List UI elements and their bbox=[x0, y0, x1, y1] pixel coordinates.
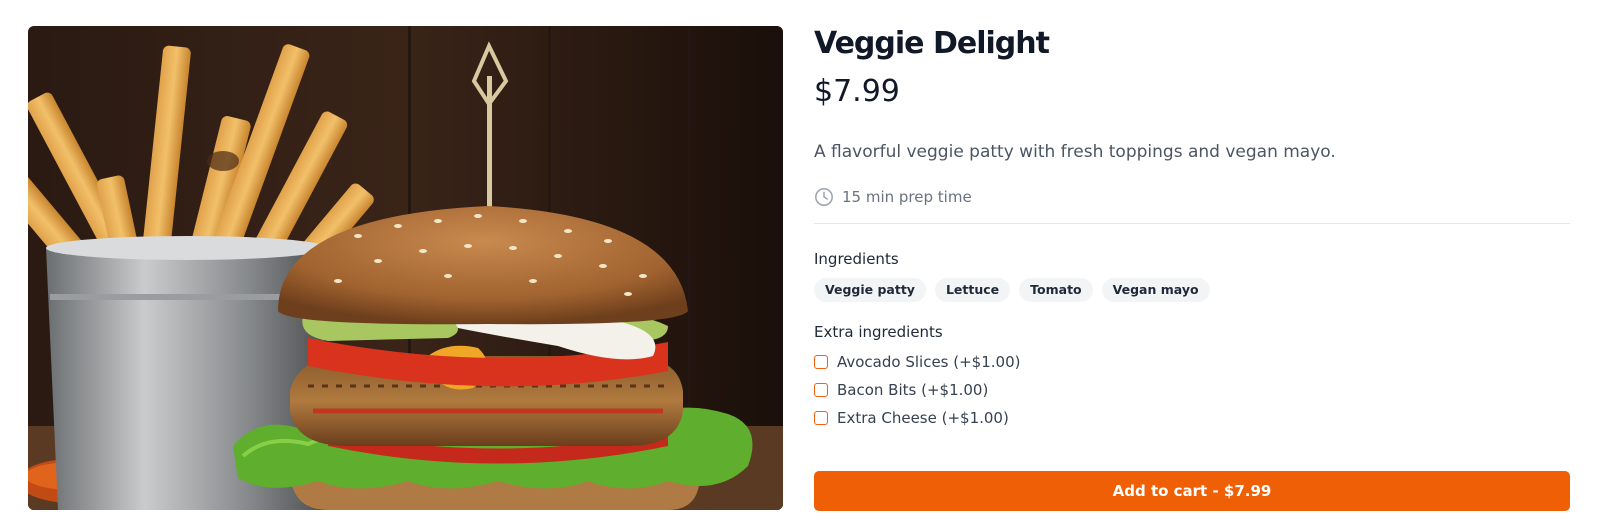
extra-option-avocado[interactable]: Avocado Slices (+$1.00) bbox=[814, 348, 1570, 376]
checkbox-icon[interactable] bbox=[814, 383, 828, 397]
extra-option-label: Avocado Slices (+$1.00) bbox=[837, 353, 1021, 371]
product-detail-page: Veggie Delight $7.99 A flavorful veggie … bbox=[0, 0, 1605, 532]
product-price: $7.99 bbox=[814, 74, 900, 109]
extras-heading: Extra ingredients bbox=[814, 323, 943, 341]
add-to-cart-button[interactable]: Add to cart - $7.99 bbox=[814, 471, 1570, 511]
ingredient-chip: Vegan mayo bbox=[1101, 278, 1210, 302]
product-image bbox=[28, 26, 783, 510]
ingredient-chip: Lettuce bbox=[934, 278, 1011, 302]
product-title: Veggie Delight bbox=[814, 26, 1050, 61]
extra-option-cheese[interactable]: Extra Cheese (+$1.00) bbox=[814, 404, 1570, 432]
prep-time: 15 min prep time bbox=[814, 185, 1570, 209]
prep-time-label: 15 min prep time bbox=[842, 188, 972, 206]
product-description: A flavorful veggie patty with fresh topp… bbox=[814, 142, 1336, 162]
extras-list: Avocado Slices (+$1.00) Bacon Bits (+$1.… bbox=[814, 348, 1570, 432]
extra-option-label: Bacon Bits (+$1.00) bbox=[837, 381, 989, 399]
product-details: Veggie Delight $7.99 A flavorful veggie … bbox=[814, 22, 1570, 511]
ingredients-heading: Ingredients bbox=[814, 250, 899, 268]
checkbox-icon[interactable] bbox=[814, 355, 828, 369]
checkbox-icon[interactable] bbox=[814, 411, 828, 425]
ingredient-chip: Veggie patty bbox=[814, 278, 926, 302]
divider bbox=[814, 223, 1570, 224]
extra-option-bacon[interactable]: Bacon Bits (+$1.00) bbox=[814, 376, 1570, 404]
extra-option-label: Extra Cheese (+$1.00) bbox=[837, 409, 1009, 427]
ingredient-chips: Veggie patty Lettuce Tomato Vegan mayo bbox=[814, 278, 1570, 302]
ingredient-chip: Tomato bbox=[1019, 278, 1093, 302]
clock-icon bbox=[815, 188, 833, 206]
